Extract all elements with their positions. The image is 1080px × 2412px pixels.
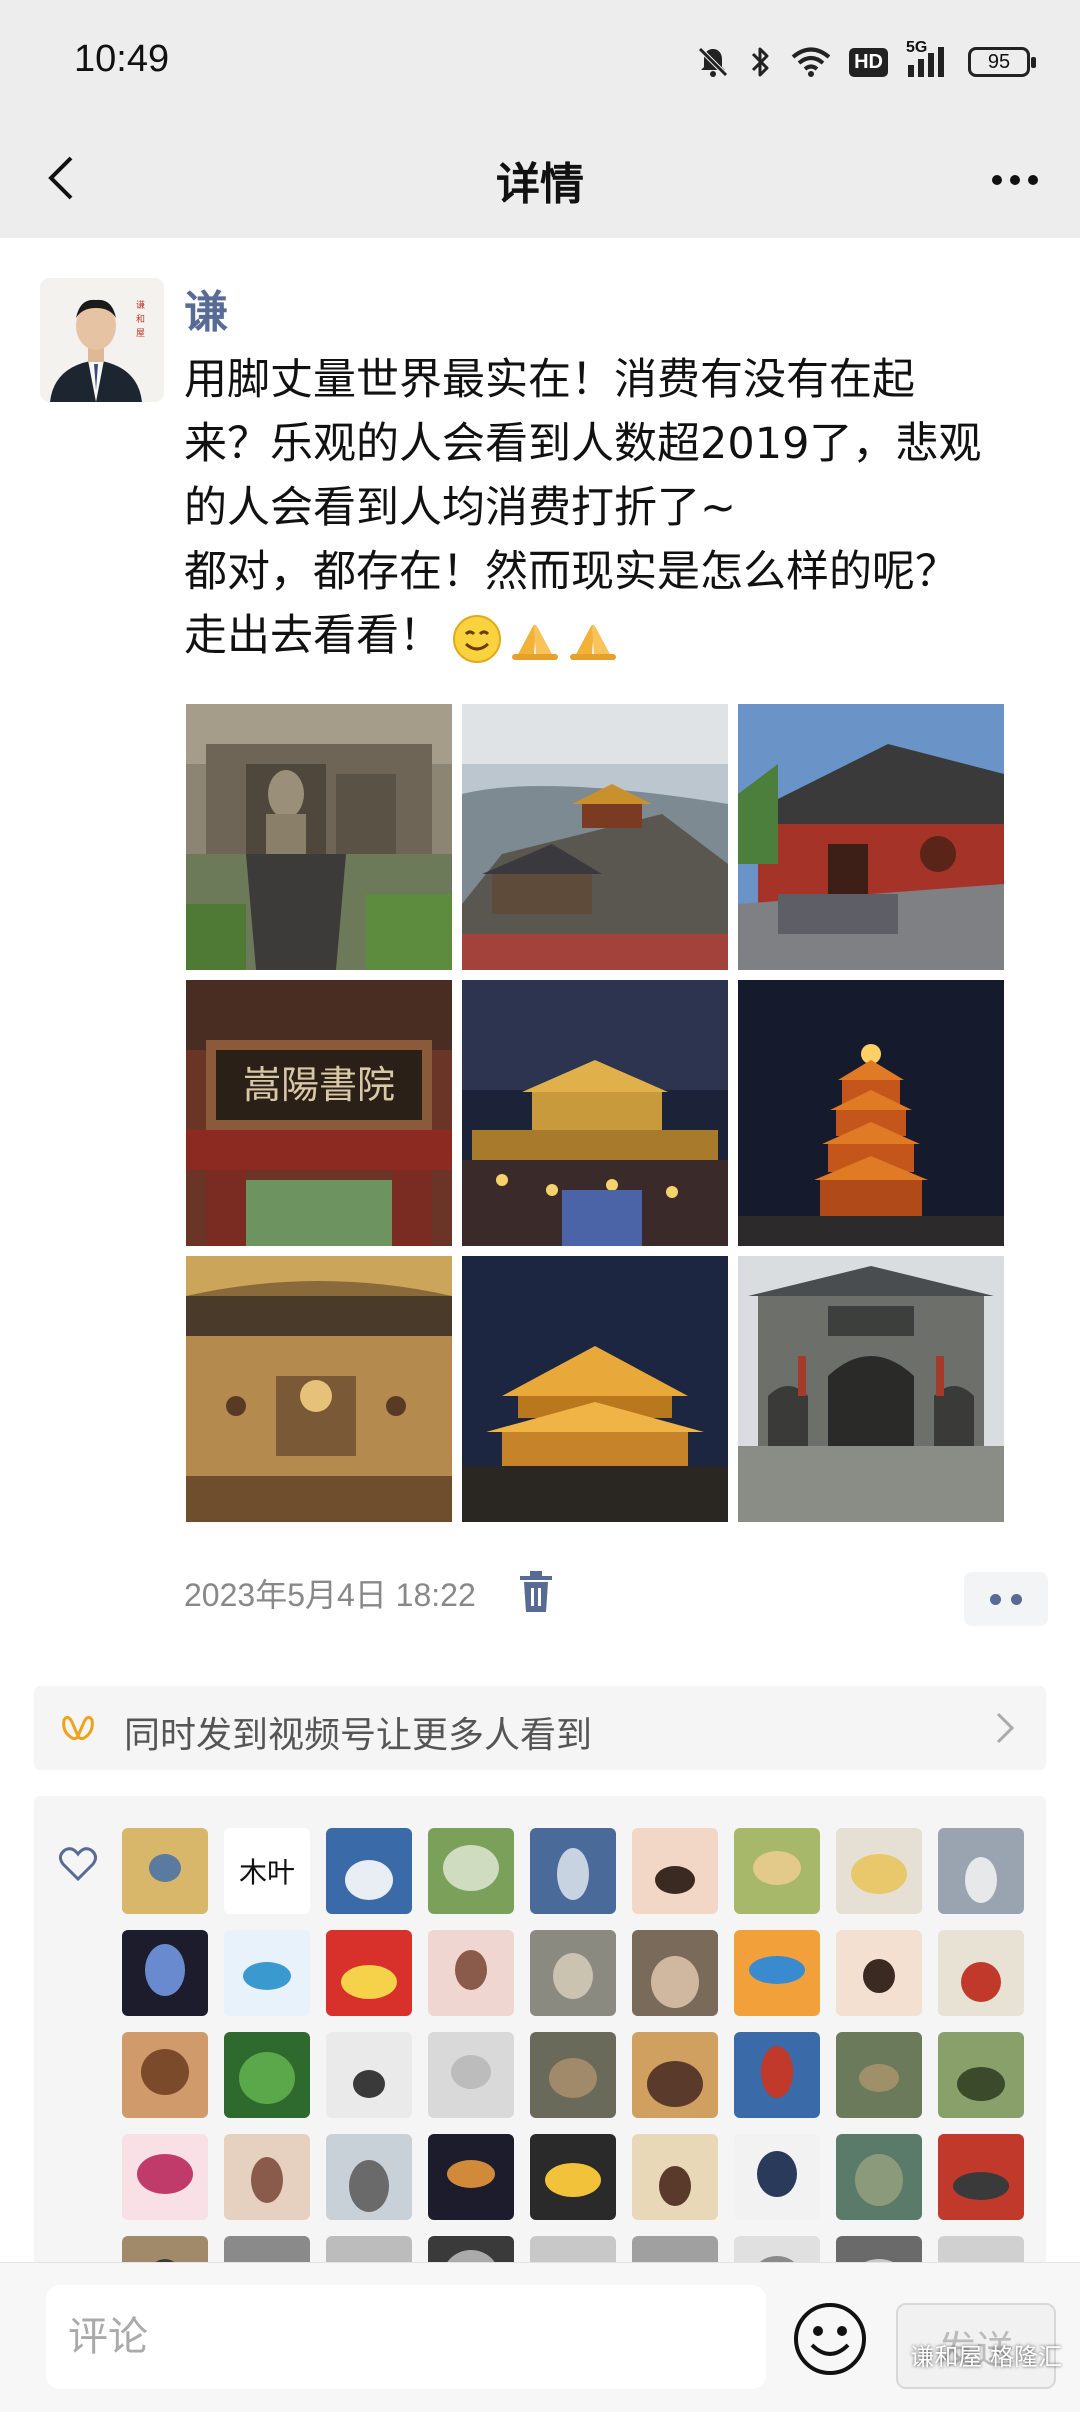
status-bar: 10:49 HD 5G 95: [0, 0, 1080, 120]
signal-5g-icon: 5G: [906, 39, 950, 79]
songyang-academy-plaque-photo[interactable]: 嵩陽書院: [186, 980, 452, 1246]
like-avatar[interactable]: [836, 2134, 922, 2220]
like-avatar[interactable]: [938, 1828, 1024, 1914]
post-line: 走出去看看！: [184, 611, 442, 661]
like-avatar[interactable]: [224, 2134, 310, 2220]
like-avatar[interactable]: [530, 2134, 616, 2220]
like-avatar[interactable]: [326, 2032, 412, 2118]
post-line: 都对，都存在！然而现实是怎么样的呢？: [184, 547, 958, 597]
shaolin-gate-photo[interactable]: [738, 1256, 1004, 1522]
comment-like-button[interactable]: [964, 1572, 1048, 1626]
chevron-right-icon: [990, 1710, 1020, 1746]
channels-icon: [58, 1708, 98, 1748]
like-avatar[interactable]: [836, 2032, 922, 2118]
share-to-channels-bar[interactable]: 同时发到视频号让更多人看到: [34, 1686, 1046, 1770]
mute-bell-icon: [695, 44, 731, 80]
like-avatar-grid: 木叶: [122, 1828, 1024, 2266]
smile-emoji: [453, 614, 501, 663]
like-avatar[interactable]: [122, 1930, 208, 2016]
longmen-grottoes-photo[interactable]: [186, 704, 452, 970]
comment-bar: 发送 谦和屋 格隆汇: [0, 2262, 1080, 2412]
like-avatar[interactable]: [428, 1828, 514, 1914]
wifi-icon: [791, 46, 831, 78]
like-avatar[interactable]: [122, 1828, 208, 1914]
post-text: 用脚丈量世界最实在！消费有没有在起 来？乐观的人会看到人数超2019了，悲观 的…: [184, 348, 1024, 668]
comment-input[interactable]: [46, 2285, 766, 2389]
like-avatar[interactable]: [938, 2134, 1024, 2220]
hd-icon: HD: [849, 47, 888, 77]
battery-icon: 95: [968, 47, 1036, 77]
post-timestamp: 2023年5月4日 18:22: [184, 1577, 476, 1613]
like-avatar[interactable]: [734, 1828, 820, 1914]
svg-text:屋: 屋: [136, 328, 145, 339]
heart-icon: [58, 1846, 98, 1882]
author-avatar[interactable]: 谦 和 屋: [40, 278, 164, 402]
channels-text: 同时发到视频号让更多人看到: [124, 1715, 593, 1756]
page-title: 详情: [496, 159, 584, 210]
photo-grid: 嵩陽書院: [186, 704, 1004, 1522]
likes-panel: 木叶: [34, 1796, 1046, 2266]
like-avatar[interactable]: [734, 2032, 820, 2118]
like-avatar[interactable]: [122, 2032, 208, 2118]
mountain-temple-photo[interactable]: [462, 704, 728, 970]
emoji-icon[interactable]: [792, 2301, 868, 2377]
like-avatar[interactable]: [428, 1930, 514, 2016]
red-temple-gate-photo[interactable]: [738, 704, 1004, 970]
like-avatar[interactable]: [428, 2134, 514, 2220]
more-dots-icon[interactable]: [980, 150, 1050, 210]
like-avatar[interactable]: [632, 2134, 718, 2220]
like-avatar[interactable]: [836, 1930, 922, 2016]
signal-label: 5G: [906, 39, 928, 56]
brand-avatar-text: 木叶: [239, 1856, 295, 1889]
like-avatar[interactable]: [530, 2032, 616, 2118]
like-avatar[interactable]: [326, 1930, 412, 2016]
status-time: 10:49: [74, 38, 170, 80]
svg-text:谦: 谦: [136, 299, 145, 311]
pray-emoji: [570, 624, 616, 660]
night-pagoda-photo[interactable]: [738, 980, 1004, 1246]
like-avatar[interactable]: [224, 2032, 310, 2118]
like-avatar[interactable]: [326, 1828, 412, 1914]
like-avatar[interactable]: [326, 2134, 412, 2220]
night-golden-hall-photo[interactable]: [462, 1256, 728, 1522]
like-avatar[interactable]: [836, 1828, 922, 1914]
like-avatar[interactable]: [632, 2032, 718, 2118]
plaque-text: 嵩陽書院: [243, 1063, 395, 1107]
like-avatar[interactable]: [734, 2134, 820, 2220]
like-avatar[interactable]: [632, 1828, 718, 1914]
post-line: 用脚丈量世界最实在！消费有没有在起: [184, 355, 915, 405]
mural-hall-photo[interactable]: [186, 1256, 452, 1522]
post-line: 的人会看到人均消费打折了~: [184, 483, 737, 533]
like-avatar[interactable]: [734, 1930, 820, 2016]
like-avatar[interactable]: [224, 1930, 310, 2016]
like-avatar[interactable]: [530, 1828, 616, 1914]
pray-emoji: [512, 624, 558, 660]
night-palace-crowd-photo[interactable]: [462, 980, 728, 1246]
like-avatar[interactable]: 木叶: [224, 1828, 310, 1914]
watermark: 谦和屋 格隆汇: [910, 2343, 1062, 2371]
like-avatar[interactable]: [530, 1930, 616, 2016]
like-avatar[interactable]: [938, 1930, 1024, 2016]
like-avatar[interactable]: [428, 2032, 514, 2118]
status-icons: HD 5G 95: [695, 39, 1036, 84]
post-line: 来？乐观的人会看到人数超2019了，悲观: [184, 419, 982, 469]
like-avatar[interactable]: [632, 1930, 718, 2016]
bluetooth-icon: [749, 44, 773, 80]
nav-bar: 详情: [0, 120, 1080, 238]
like-avatar[interactable]: [938, 2032, 1024, 2118]
emoji-row: [452, 614, 618, 664]
svg-text:和: 和: [136, 314, 145, 325]
like-avatar[interactable]: [122, 2134, 208, 2220]
trash-icon[interactable]: [516, 1570, 556, 1614]
author-name[interactable]: 谦: [184, 276, 228, 340]
